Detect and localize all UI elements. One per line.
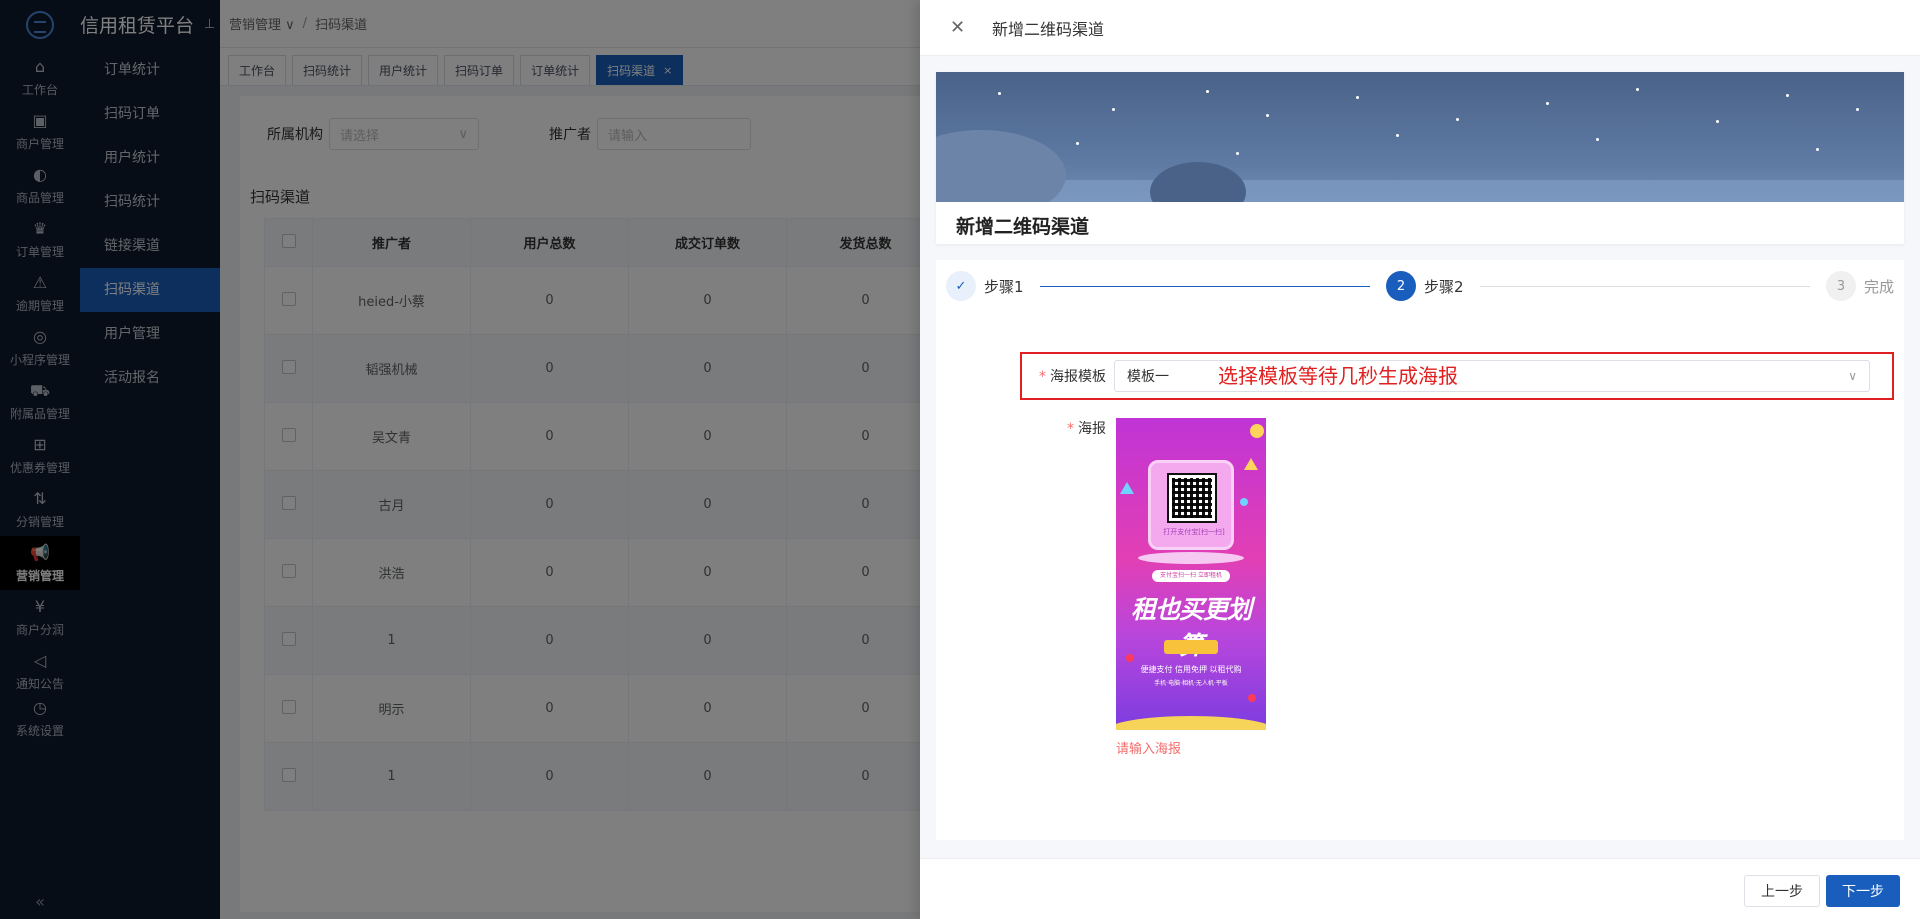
- poster-pill: 支付宝扫一扫 立即租机: [1152, 570, 1230, 582]
- drawer-header: ✕ 新增二维码渠道: [920, 0, 1920, 56]
- banner-title: 新增二维码渠道: [956, 216, 1090, 238]
- add-qrcode-channel-drawer: ✕ 新增二维码渠道 新增二维码渠道 ✓ 步骤1 2 步骤2 3 完成 * 海报模…: [920, 0, 1920, 919]
- triangle-decoration: [1244, 458, 1258, 470]
- ball-decoration: [1240, 498, 1248, 506]
- qr-pedestal: [1138, 552, 1244, 564]
- modal-mask[interactable]: [0, 0, 920, 919]
- star-decoration: [1356, 96, 1359, 99]
- banner-hill: [936, 130, 1066, 202]
- step-connector-2: [1479, 285, 1810, 287]
- step-3-indicator: 3: [1826, 271, 1856, 301]
- template-label: * 海报模板: [1039, 369, 1106, 385]
- form-card: ✓ 步骤1 2 步骤2 3 完成 * 海报模板 模板一 ∨ 选择模板等待几秒生成海…: [936, 260, 1904, 840]
- poster-preview[interactable]: 打开支付宝[扫一扫] 支付宝扫一扫 立即租机 租也买更划算 便捷支付 信用免押 …: [1116, 418, 1266, 730]
- star-decoration: [1856, 108, 1859, 111]
- step-2-label: 步骤2: [1424, 277, 1464, 296]
- star-decoration: [1596, 138, 1599, 141]
- poster-sub: 手机·电脑·相机·无人机·平板: [1154, 680, 1228, 687]
- step-1-check-icon: ✓: [946, 271, 976, 301]
- required-mark: *: [1039, 369, 1046, 385]
- steps: ✓ 步骤1 2 步骤2 3 完成: [946, 270, 1894, 302]
- star-decoration: [1236, 152, 1239, 155]
- qr-frame: 打开支付宝[扫一扫]: [1148, 460, 1234, 550]
- star-decoration: [1266, 114, 1269, 117]
- banner-rock: [1150, 162, 1246, 202]
- star-decoration: [1816, 148, 1819, 151]
- star-decoration: [1636, 88, 1639, 91]
- poster-form-row: * 海报: [1024, 418, 1114, 438]
- triangle-decoration: [1120, 482, 1134, 494]
- star-decoration: [1716, 120, 1719, 123]
- ball-decoration: [1248, 694, 1256, 702]
- poster-tags: 便捷支付 信用免押 以租代购: [1140, 665, 1242, 674]
- banner-card: 新增二维码渠道: [936, 72, 1904, 244]
- banner-water: [936, 180, 1904, 202]
- star-decoration: [1396, 134, 1399, 137]
- step-1-label: 步骤1: [984, 277, 1024, 296]
- star-decoration: [1112, 108, 1115, 111]
- cloud-decoration: [1116, 716, 1266, 730]
- star-decoration: [998, 92, 1001, 95]
- star-decoration: [1206, 90, 1209, 93]
- qr-code-image: [1167, 473, 1217, 523]
- chevron-down-icon: ∨: [1848, 369, 1857, 383]
- ribbon-decoration: [1164, 640, 1218, 654]
- drawer-footer: 上一步 下一步: [920, 858, 1920, 919]
- banner-image: [936, 72, 1904, 202]
- poster-label: * 海报: [1067, 421, 1106, 437]
- star-decoration: [1456, 118, 1459, 121]
- prev-step-button[interactable]: 上一步: [1744, 875, 1820, 907]
- template-value: 模板一: [1127, 369, 1169, 385]
- drawer-title: 新增二维码渠道: [992, 19, 1105, 39]
- step-connector-1: [1039, 285, 1370, 287]
- star-decoration: [1786, 94, 1789, 97]
- star-decoration: [1076, 142, 1079, 145]
- poster-qr-caption: 打开支付宝[扫一扫]: [1163, 528, 1225, 536]
- drawer-body: 新增二维码渠道 ✓ 步骤1 2 步骤2 3 完成 * 海报模板 模板一 ∨ 选择…: [920, 56, 1920, 858]
- step-3-label: 完成: [1864, 277, 1895, 296]
- poster-error-message: 请输入海报: [1116, 742, 1182, 757]
- ball-decoration: [1250, 424, 1264, 438]
- star-decoration: [1546, 102, 1549, 105]
- next-step-button[interactable]: 下一步: [1826, 875, 1900, 907]
- step-2-indicator: 2: [1386, 271, 1416, 301]
- required-mark: *: [1067, 421, 1074, 437]
- close-icon[interactable]: ✕: [950, 17, 970, 38]
- annotation-text: 选择模板等待几秒生成海报: [1218, 364, 1458, 388]
